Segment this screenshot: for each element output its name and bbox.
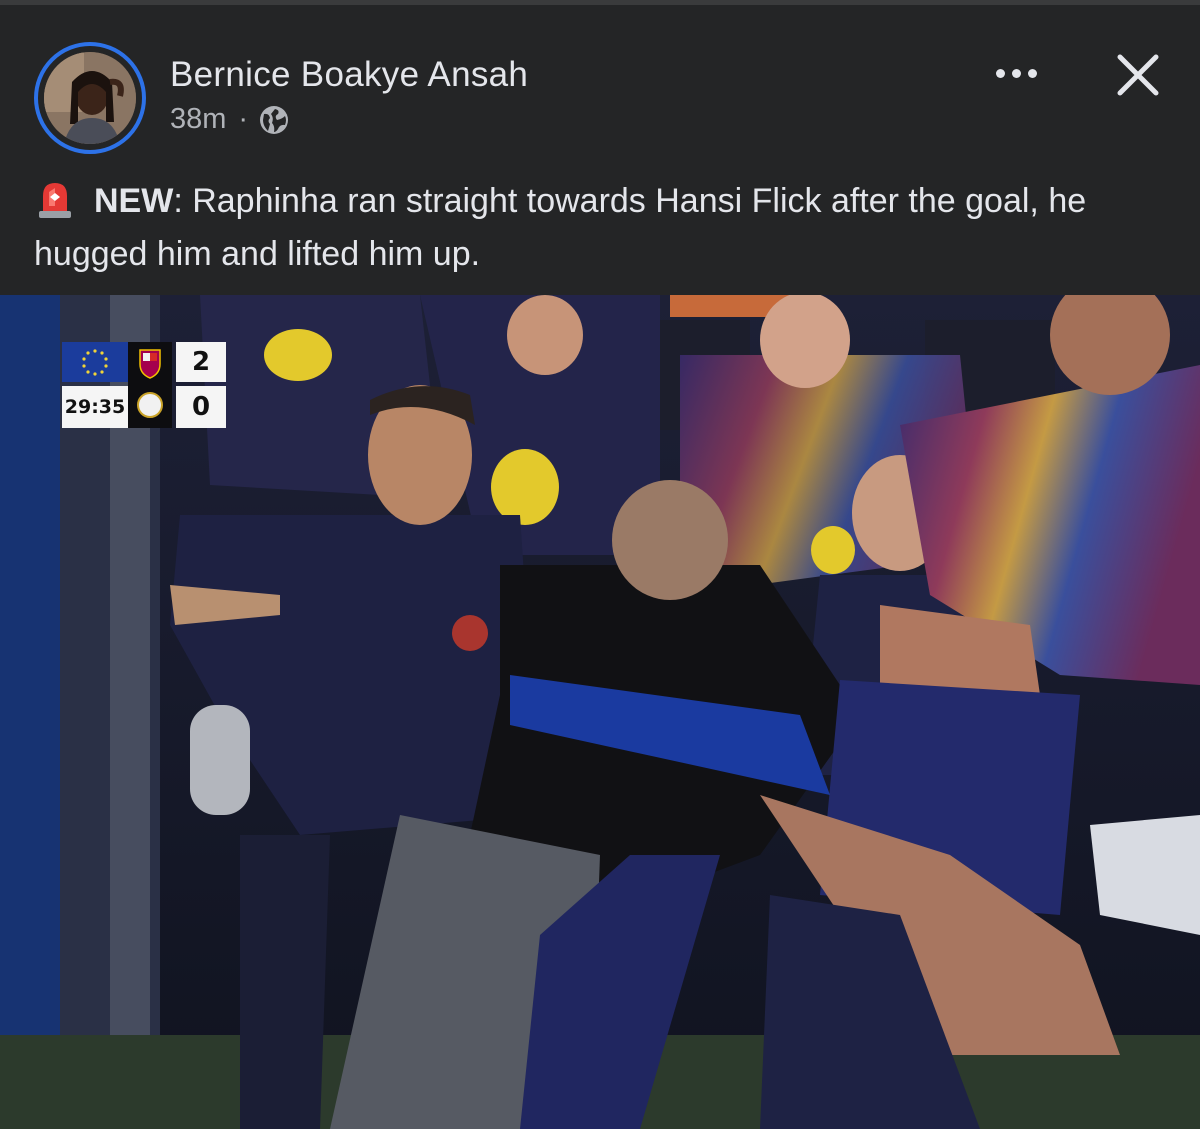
post-photo[interactable]: 29:35 2 0 [0,295,1200,1129]
away-score: 0 [191,392,211,422]
more-dot [1027,68,1037,78]
post-header: Bernice Boakye Ansah 38m · NEW: Raphinha… [0,5,1200,295]
post-text-prefix: NEW [94,182,174,220]
avatar[interactable] [34,42,146,154]
post-text-body: : Raphinha ran straight towards Hansi Fl… [34,182,1087,273]
match-clock: 29:35 [64,396,126,418]
author-name[interactable]: Bernice Boakye Ansah [170,55,528,95]
post-meta: 38m · [170,103,290,136]
more-options-icon[interactable] [988,55,1044,91]
globe-icon[interactable] [258,104,290,136]
siren-icon [34,178,76,220]
more-dot [995,68,1005,78]
avatar-image [44,52,136,144]
post-text: NEW: Raphinha ran straight towards Hansi… [34,175,1174,281]
post-time[interactable]: 38m [170,103,226,136]
home-score: 2 [191,347,211,377]
close-icon[interactable] [1110,47,1166,103]
more-dot [1011,68,1021,78]
meta-separator: · [238,103,249,135]
